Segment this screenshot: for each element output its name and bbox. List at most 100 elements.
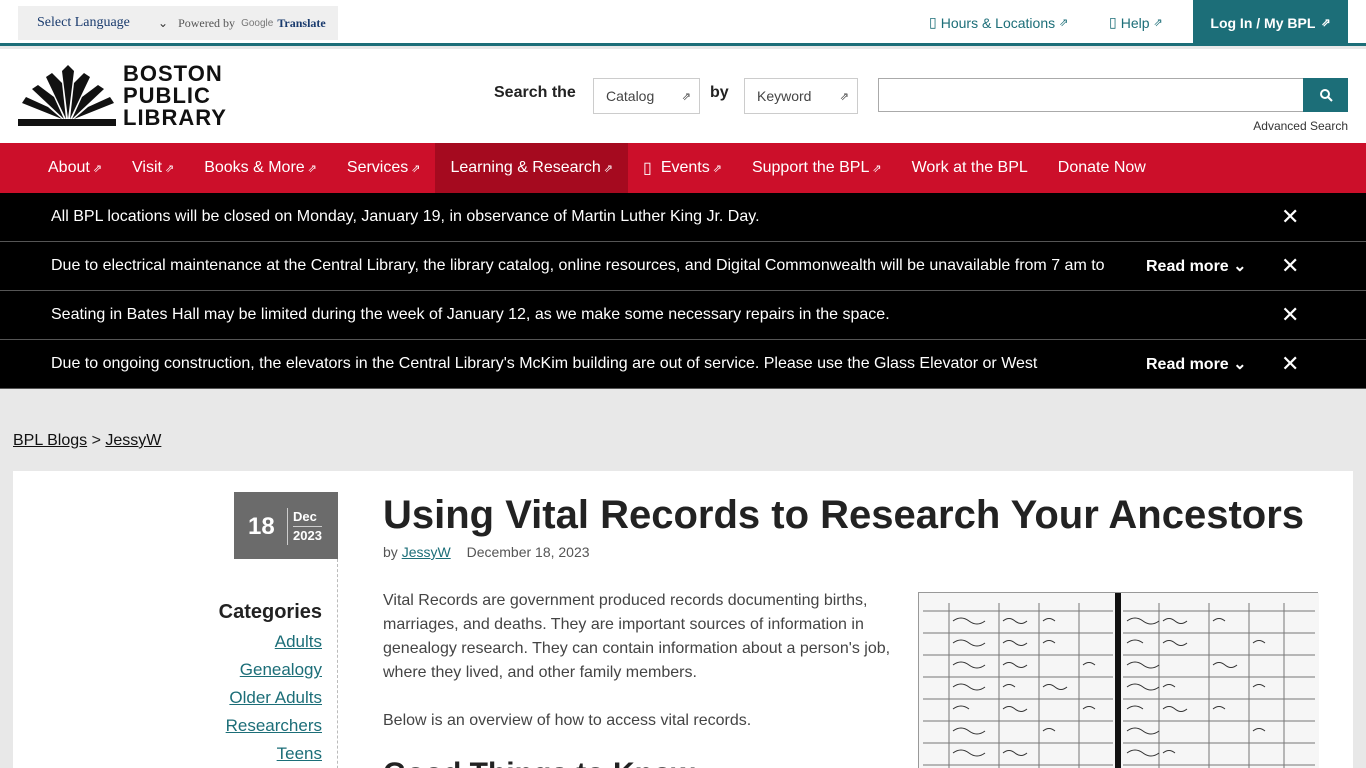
search-icon (1319, 89, 1333, 102)
nav-events[interactable]: ▯ Events ⇗ (628, 143, 737, 193)
bpl-logo[interactable]: BOSTON PUBLIC LIBRARY (18, 63, 240, 129)
alert-text: All BPL locations will be closed on Mond… (51, 208, 760, 225)
nav-label: Services (346, 159, 409, 176)
categories-sidebar: Categories Adults Genealogy Older Adults… (219, 601, 322, 768)
external-link-icon: ⇗ (1153, 17, 1163, 29)
category-link[interactable]: Teens (219, 740, 322, 768)
search-input[interactable] (878, 78, 1304, 112)
nav-label: Donate Now (1057, 159, 1146, 176)
help-icon: ▯ (1109, 14, 1117, 30)
author-link[interactable]: JessyW (402, 544, 451, 560)
external-link-icon: ⇗ (839, 90, 849, 103)
category-link[interactable]: Genealogy (219, 656, 322, 684)
login-button[interactable]: Log In / My BPL ⇗ (1193, 0, 1348, 45)
nav-label: Learning & Research (450, 159, 601, 176)
nav-label: Books & More (204, 159, 305, 176)
category-link[interactable]: Older Adults (219, 684, 322, 712)
nav-work[interactable]: Work at the BPL (897, 143, 1043, 193)
logo-line-3: LIBRARY (123, 105, 227, 130)
section-heading: Good Things to Know (383, 757, 695, 768)
post-paragraph: Below is an overview of how to access vi… (383, 712, 752, 729)
close-icon[interactable]: ✕ (1281, 351, 1299, 377)
hours-locations-label: Hours & Locations (940, 14, 1056, 31)
close-icon[interactable]: ✕ (1281, 253, 1299, 279)
date-month: Dec (293, 509, 317, 524)
post-date: December 18, 2023 (466, 544, 590, 560)
search-scope-dropdown[interactable]: Catalog ⇗ (593, 78, 700, 114)
nav-learning-research[interactable]: Learning & Research ⇗ (435, 143, 628, 193)
alert-text: Seating in Bates Hall may be limited dur… (51, 306, 890, 323)
nav-visit[interactable]: Visit ⇗ (117, 143, 189, 193)
nav-donate[interactable]: Donate Now (1043, 143, 1161, 193)
categories-title: Categories (218, 601, 322, 623)
google-logo: Google (241, 17, 274, 29)
divider (337, 559, 338, 768)
alert-text: Due to ongoing construction, the elevato… (51, 355, 1038, 372)
by-label: by (710, 84, 729, 101)
nav-label: Support the BPL (751, 159, 870, 176)
chevron-down-icon: ⌄ (158, 15, 169, 30)
bpl-logo-icon (18, 65, 116, 126)
nav-books-more[interactable]: Books & More ⇗ (189, 143, 332, 193)
category-link[interactable]: Adults (219, 628, 322, 656)
breadcrumb-separator: > (91, 432, 101, 449)
search-type-dropdown[interactable]: Keyword ⇗ (744, 78, 858, 114)
external-link-icon: ⇗ (603, 162, 613, 175)
search-button[interactable] (1303, 78, 1348, 112)
close-icon[interactable]: ✕ (1281, 204, 1299, 230)
external-link-icon: ⇗ (872, 162, 882, 175)
post-meta: by JessyW December 18, 2023 (383, 544, 590, 560)
date-month-year: Dec 2023 (287, 508, 322, 545)
close-icon[interactable]: ✕ (1281, 302, 1299, 328)
search-scope-value: Catalog (606, 88, 655, 104)
external-link-icon: ⇗ (307, 162, 317, 175)
advanced-search-link[interactable]: Advanced Search (1253, 119, 1348, 133)
chevron-down-icon: ⌄ (1233, 258, 1247, 275)
main-nav: About ⇗ Visit ⇗ Books & More ⇗ Services ⇗ Le… (0, 143, 1366, 193)
powered-by-label: Powered by (178, 15, 236, 30)
date-year: 2023 (293, 526, 322, 543)
nav-services[interactable]: Services ⇗ (332, 143, 436, 193)
post-title: Using Vital Records to Research Your Anc… (383, 493, 1305, 537)
external-link-icon: ⇗ (92, 162, 103, 175)
breadcrumb-author[interactable]: JessyW (105, 432, 161, 449)
external-link-icon: ⇗ (712, 162, 722, 175)
by-label: by (383, 544, 398, 560)
alert-item: Due to ongoing construction, the elevato… (0, 340, 1366, 389)
language-selector[interactable]: Select Language ⌄ Powered by Google Tran… (18, 6, 338, 40)
breadcrumb: BPL Blogs > JessyW (13, 432, 161, 450)
alert-item: All BPL locations will be closed on Mond… (0, 193, 1366, 242)
translate-link[interactable]: Translate (277, 16, 325, 31)
search-type-value: Keyword (757, 88, 812, 104)
read-more-button[interactable]: Read more ⌄ (1146, 256, 1247, 276)
login-label: Log In / My BPL (1210, 14, 1316, 31)
logo-line-1: BOSTON (123, 61, 223, 86)
blog-post-card: 18 Dec 2023 Categories Adults Genealogy … (13, 471, 1353, 768)
location-icon: ▯ (929, 14, 937, 30)
language-select-label[interactable]: Select Language (18, 15, 158, 31)
read-more-label: Read more (1146, 356, 1229, 373)
post-paragraph: Vital Records are government produced re… (383, 592, 891, 681)
alert-item: Due to electrical maintenance at the Cen… (0, 242, 1366, 291)
nav-support[interactable]: Support the BPL ⇗ (737, 143, 897, 193)
read-more-button[interactable]: Read more ⌄ (1146, 354, 1247, 374)
breadcrumb-blogs[interactable]: BPL Blogs (13, 432, 87, 449)
ledger-image-icon (919, 593, 1319, 768)
help-link[interactable]: ▯ Help ⇗ (1109, 14, 1163, 31)
utility-bar: Select Language ⌄ Powered by Google Tran… (0, 0, 1366, 46)
hours-locations-link[interactable]: ▯ Hours & Locations ⇗ (929, 14, 1068, 31)
nav-about[interactable]: About ⇗ (33, 143, 117, 193)
alert-item: Seating in Bates Hall may be limited dur… (0, 291, 1366, 340)
nav-label: Events (660, 159, 710, 176)
category-link[interactable]: Researchers (219, 712, 322, 740)
chevron-down-icon: ⌄ (1233, 356, 1247, 373)
nav-label: Visit (132, 159, 162, 176)
alert-text: Due to electrical maintenance at the Cen… (51, 257, 1105, 274)
external-link-icon: ⇗ (1059, 17, 1069, 29)
nav-label: Work at the BPL (911, 159, 1028, 176)
alert-list: All BPL locations will be closed on Mond… (0, 193, 1366, 389)
nav-label: About (48, 159, 90, 176)
read-more-label: Read more (1146, 258, 1229, 275)
external-link-icon: ⇗ (164, 162, 175, 175)
site-header: BOSTON PUBLIC LIBRARY Search the Catalog… (0, 49, 1366, 143)
